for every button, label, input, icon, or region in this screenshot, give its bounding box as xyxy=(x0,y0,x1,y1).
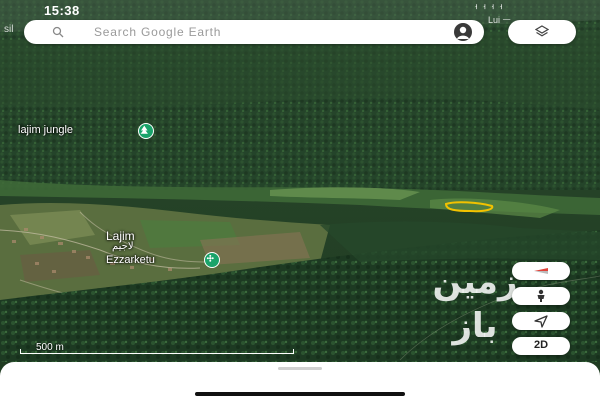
scale-bar: 500 m xyxy=(20,342,294,356)
park-icon[interactable] xyxy=(138,123,154,139)
view-mode-label: 2D xyxy=(533,339,549,351)
search-input[interactable]: Search Google Earth xyxy=(94,25,221,39)
place-label-lajim-jungle[interactable]: lajim jungle xyxy=(18,124,73,136)
home-indicator[interactable] xyxy=(195,392,405,396)
map-edge-label-left: sil xyxy=(4,24,14,35)
watermark-text: زمین باز xyxy=(432,262,518,346)
pegman-icon xyxy=(537,289,545,302)
place-label-ezzarketu[interactable]: Ezzarketu xyxy=(106,254,155,266)
scale-line xyxy=(20,353,294,354)
location-arrow-icon xyxy=(534,315,548,328)
search-icon xyxy=(52,26,64,38)
search-bar[interactable]: Search Google Earth xyxy=(24,20,484,44)
scale-label: 500 m xyxy=(36,342,64,353)
scale-tick-right xyxy=(293,349,294,354)
earth-app: 15:38 ᅥᅥᅥᅥ Lui ᅳ sil Search Google Earth… xyxy=(0,0,600,400)
place-label-lajim-persian: لاجیم xyxy=(112,241,134,252)
layers-icon xyxy=(535,25,549,37)
account-icon[interactable] xyxy=(454,23,472,41)
street-view-button[interactable] xyxy=(512,287,570,305)
watermark-logo: زمین باز xyxy=(432,256,518,346)
sheet-handle[interactable] xyxy=(278,367,322,370)
layers-button[interactable] xyxy=(508,20,576,44)
compass-button[interactable] xyxy=(512,262,570,280)
my-location-button[interactable] xyxy=(512,312,570,330)
poi-icon[interactable] xyxy=(204,252,220,268)
scale-tick-left xyxy=(20,349,21,354)
view-mode-button[interactable]: 2D xyxy=(512,337,570,355)
compass-icon xyxy=(534,268,548,274)
map-edge-label-right: Lui ᅳ xyxy=(488,15,511,25)
status-time: 15:38 xyxy=(44,3,80,18)
